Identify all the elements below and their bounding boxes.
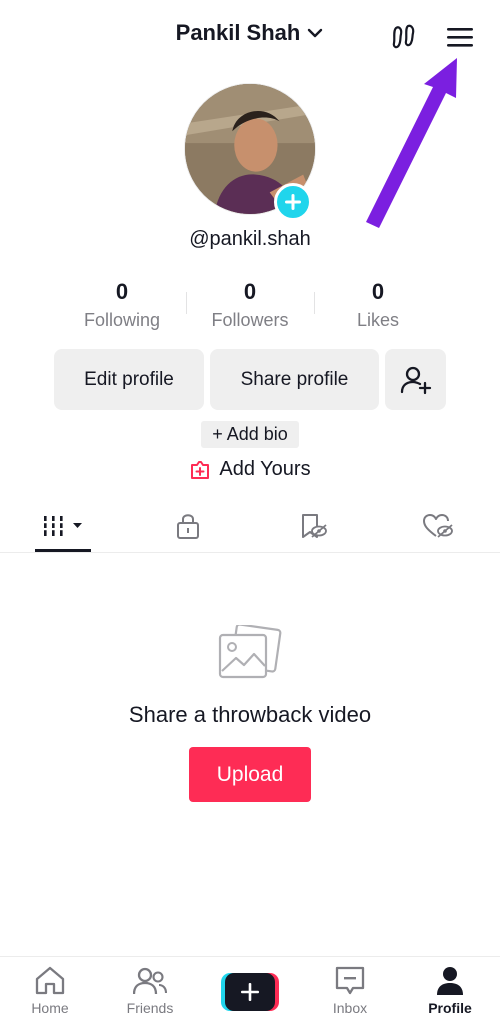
stat-value: 0 bbox=[243, 279, 257, 304]
create-button bbox=[221, 973, 279, 1011]
plus-icon bbox=[241, 983, 259, 1001]
nav-create[interactable] bbox=[200, 957, 300, 1024]
profile-actions: Edit profile Share profile bbox=[54, 349, 446, 410]
hidden-heart-icon bbox=[422, 514, 453, 538]
hamburger-menu-icon[interactable] bbox=[444, 22, 476, 52]
videos-grid-icon bbox=[41, 516, 82, 536]
profile-header: Pankil Shah bbox=[0, 0, 500, 72]
nav-inbox[interactable]: Inbox bbox=[300, 957, 400, 1024]
empty-state-message: Share a throwback video bbox=[128, 702, 372, 727]
stat-label: Likes bbox=[356, 310, 400, 330]
footprint-icon[interactable] bbox=[390, 22, 420, 52]
photos-icon bbox=[218, 625, 282, 679]
profile-handle: @pankil.shah bbox=[189, 228, 311, 250]
nav-home[interactable]: Home bbox=[0, 957, 100, 1024]
stat-value: 0 bbox=[371, 279, 385, 304]
inbox-icon bbox=[335, 966, 365, 995]
hidden-bookmark-icon bbox=[301, 514, 327, 538]
tab-saved[interactable] bbox=[250, 500, 375, 552]
stat-value: 0 bbox=[115, 279, 129, 304]
bottom-navigation: Home Friends Inbox Profile bbox=[0, 956, 500, 1024]
nav-friends[interactable]: Friends bbox=[100, 957, 200, 1024]
stat-following[interactable]: 0 Following bbox=[58, 278, 186, 338]
username-title: Pankil Shah bbox=[175, 20, 301, 45]
add-yours-button[interactable]: Add Yours bbox=[0, 458, 500, 481]
add-yours-label: Add Yours bbox=[219, 458, 311, 480]
chevron-down-icon bbox=[308, 28, 323, 38]
stat-label: Following bbox=[83, 310, 161, 330]
tab-videos[interactable] bbox=[0, 500, 125, 552]
tab-liked[interactable] bbox=[375, 500, 500, 552]
upload-button[interactable]: Upload bbox=[189, 747, 311, 802]
plus-icon bbox=[285, 194, 301, 210]
nav-profile[interactable]: Profile bbox=[400, 957, 500, 1024]
stat-followers[interactable]: 0 Followers bbox=[186, 278, 314, 338]
create-button-core bbox=[225, 973, 275, 1011]
account-switcher-button[interactable]: Pankil Shah bbox=[176, 20, 325, 46]
stat-label: Followers bbox=[211, 310, 289, 330]
share-profile-button[interactable]: Share profile bbox=[210, 349, 379, 410]
nav-home-label: Home bbox=[31, 1000, 69, 1016]
add-friends-button[interactable] bbox=[385, 349, 446, 410]
profile-icon bbox=[437, 967, 463, 995]
account-switcher: Pankil Shah bbox=[0, 20, 500, 46]
friends-icon bbox=[133, 967, 167, 995]
add-yours-icon bbox=[191, 460, 210, 479]
home-icon bbox=[35, 966, 65, 995]
profile-tabs bbox=[0, 500, 500, 553]
stat-likes[interactable]: 0 Likes bbox=[314, 278, 442, 338]
nav-inbox-label: Inbox bbox=[332, 1000, 368, 1016]
tab-private[interactable] bbox=[125, 500, 250, 552]
lock-icon bbox=[176, 514, 199, 539]
profile-stats: 0 Following 0 Followers 0 Likes bbox=[58, 278, 442, 338]
add-bio-button[interactable]: + Add bio bbox=[201, 421, 299, 448]
add-user-icon bbox=[400, 366, 431, 394]
nav-friends-label: Friends bbox=[126, 1000, 174, 1016]
nav-profile-label: Profile bbox=[428, 1000, 472, 1016]
edit-profile-button[interactable]: Edit profile bbox=[54, 349, 204, 410]
add-avatar-button[interactable] bbox=[274, 183, 312, 221]
